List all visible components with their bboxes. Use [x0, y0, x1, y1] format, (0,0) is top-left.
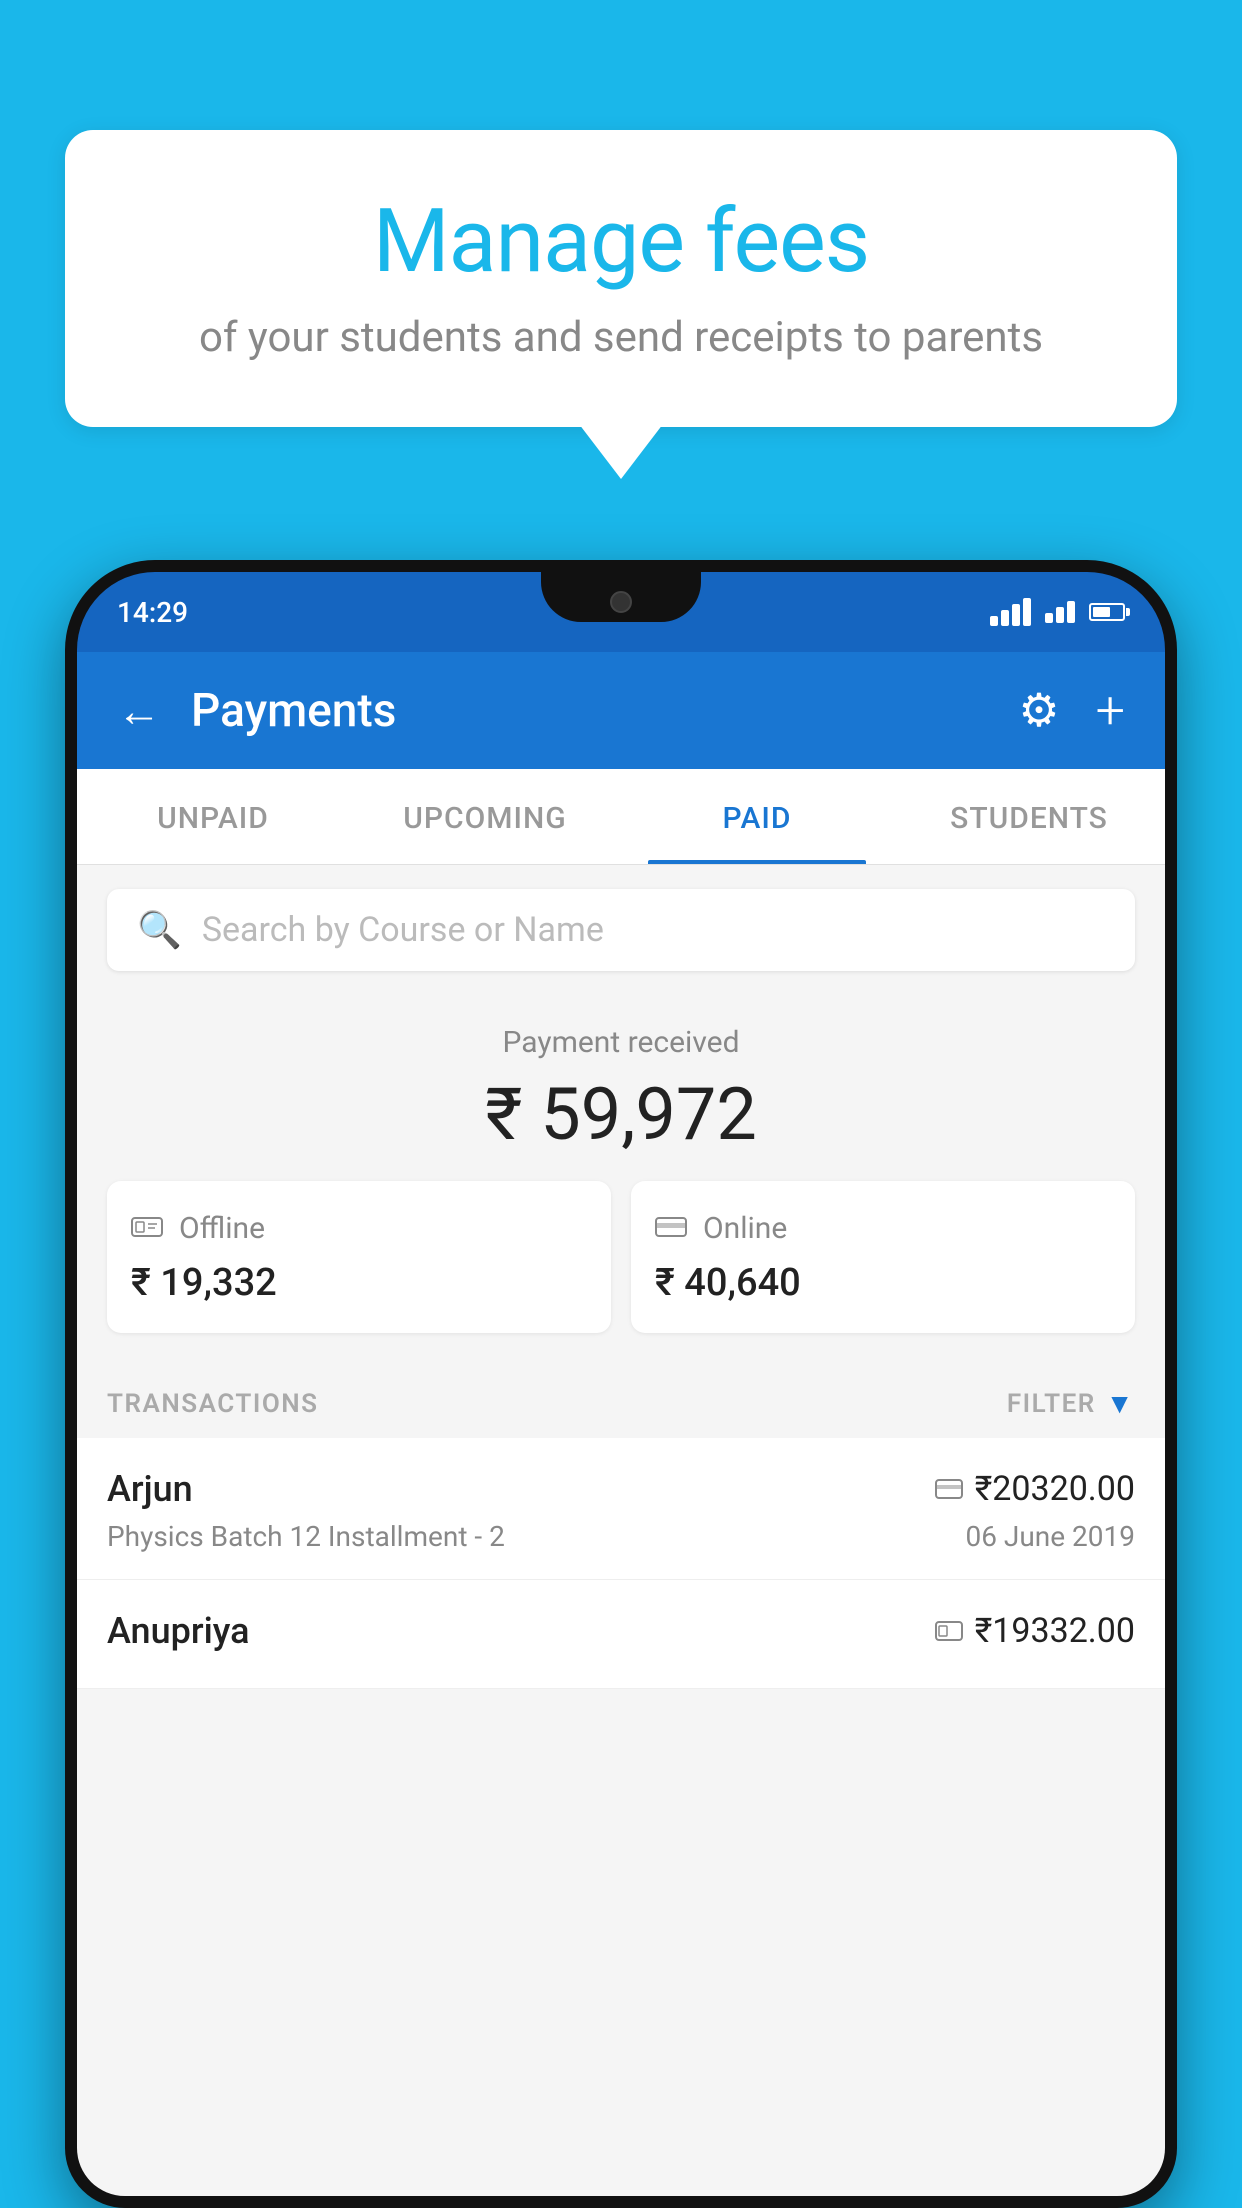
status-bar: 14:29 — [77, 572, 1165, 652]
transaction-date-1: 06 June 2019 — [965, 1520, 1135, 1553]
bubble-subtitle: of your students and send receipts to pa… — [145, 313, 1097, 362]
header-right: ⚙ + — [1018, 680, 1125, 741]
battery-icon — [1089, 603, 1125, 621]
card-icon — [655, 1209, 687, 1247]
offline-card: Offline ₹ 19,332 — [107, 1181, 611, 1333]
payment-total: ₹ 59,972 — [107, 1072, 1135, 1157]
cash-icon — [131, 1209, 163, 1247]
payment-received-label: Payment received — [107, 1025, 1135, 1060]
transaction-row[interactable]: Anupriya ₹19332.00 — [77, 1580, 1165, 1689]
transaction-row[interactable]: Arjun ₹20320.00 Physics Batch 12 Install… — [77, 1438, 1165, 1580]
phone-notch — [541, 572, 701, 622]
transactions-label: TRANSACTIONS — [107, 1389, 319, 1419]
transactions-header: TRANSACTIONS FILTER ▼ — [77, 1363, 1165, 1438]
tabs-bar: UNPAID UPCOMING PAID STUDENTS — [77, 769, 1165, 865]
tab-students[interactable]: STUDENTS — [893, 769, 1165, 864]
filter-icon: ▼ — [1106, 1387, 1135, 1420]
tab-paid[interactable]: PAID — [621, 769, 893, 864]
filter-label: FILTER — [1007, 1389, 1096, 1419]
offline-label: Offline — [179, 1211, 265, 1246]
filter-button[interactable]: FILTER ▼ — [1007, 1387, 1135, 1420]
transaction-amount-1: ₹20320.00 — [975, 1469, 1135, 1509]
app-header: ← Payments ⚙ + — [77, 652, 1165, 769]
status-time: 14:29 — [117, 596, 188, 629]
search-bar[interactable]: 🔍 Search by Course or Name — [107, 889, 1135, 971]
signal-icon — [1045, 601, 1075, 623]
transaction-top-2: Anupriya ₹19332.00 — [107, 1610, 1135, 1652]
online-amount: ₹ 40,640 — [655, 1261, 1111, 1305]
transaction-amount-2: ₹19332.00 — [975, 1611, 1135, 1651]
transaction-amount-wrap-1: ₹20320.00 — [935, 1469, 1135, 1509]
phone-frame: 14:29 — [65, 560, 1177, 2208]
search-icon: 🔍 — [137, 909, 182, 951]
wifi-icon — [990, 598, 1031, 626]
transaction-name-1: Arjun — [107, 1468, 193, 1510]
status-icons — [990, 598, 1125, 626]
offline-amount: ₹ 19,332 — [131, 1261, 587, 1305]
bubble-title: Manage fees — [145, 190, 1097, 293]
transaction-course-1: Physics Batch 12 Installment - 2 — [107, 1520, 505, 1553]
tab-upcoming[interactable]: UPCOMING — [349, 769, 621, 864]
payment-type-icon-2 — [935, 1615, 963, 1648]
online-card: Online ₹ 40,640 — [631, 1181, 1135, 1333]
online-header: Online — [655, 1209, 1111, 1247]
payment-type-icon-1 — [935, 1473, 963, 1506]
offline-header: Offline — [131, 1209, 587, 1247]
add-button[interactable]: + — [1096, 680, 1125, 741]
front-camera — [610, 591, 632, 613]
header-left: ← Payments — [117, 684, 396, 738]
transaction-amount-wrap-2: ₹19332.00 — [935, 1611, 1135, 1651]
back-button[interactable]: ← — [117, 685, 161, 737]
payment-summary: Payment received ₹ 59,972 — [77, 995, 1165, 1363]
payment-breakdown: Offline ₹ 19,332 Online — [107, 1181, 1135, 1333]
app-screen: ← Payments ⚙ + UNPAID UPCOMING PAID STUD… — [77, 652, 1165, 2196]
online-label: Online — [703, 1211, 787, 1246]
search-input[interactable]: Search by Course or Name — [202, 910, 604, 950]
speech-bubble: Manage fees of your students and send re… — [65, 130, 1177, 427]
page-title: Payments — [191, 684, 396, 738]
tab-unpaid[interactable]: UNPAID — [77, 769, 349, 864]
transaction-top-1: Arjun ₹20320.00 — [107, 1468, 1135, 1510]
transaction-name-2: Anupriya — [107, 1610, 250, 1652]
settings-icon[interactable]: ⚙ — [1018, 683, 1059, 738]
transaction-bottom-1: Physics Batch 12 Installment - 2 06 June… — [107, 1520, 1135, 1553]
promo-section: Manage fees of your students and send re… — [65, 130, 1177, 427]
